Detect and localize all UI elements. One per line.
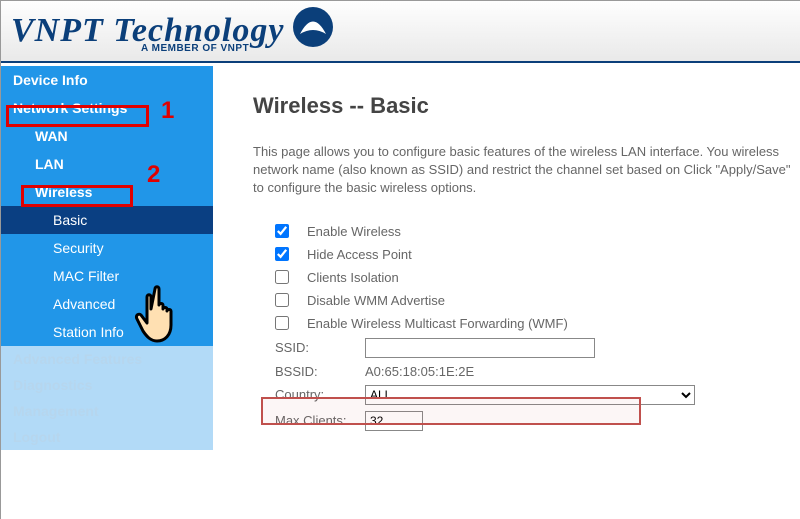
row-clients-isolation: Clients Isolation xyxy=(253,266,800,289)
main-content: Wireless -- Basic This page allows you t… xyxy=(213,63,800,519)
input-ssid[interactable] xyxy=(365,338,595,358)
checkbox-disable-wmm[interactable] xyxy=(275,293,289,307)
sidebar-item-station-info[interactable]: Station Info xyxy=(1,318,213,346)
row-bssid: BSSID: A0:65:18:05:1E:2E xyxy=(253,361,800,382)
label-country: Country: xyxy=(275,387,365,402)
row-enable-wireless: Enable Wireless xyxy=(253,220,800,243)
row-country: Country: ALL xyxy=(253,382,800,408)
annotation-number-1: 1 xyxy=(161,97,174,125)
page-intro: This page allows you to configure basic … xyxy=(253,143,800,198)
sidebar-item-device-info[interactable]: Device Info xyxy=(1,66,213,94)
label-hide-ap: Hide Access Point xyxy=(307,247,412,262)
value-bssid: A0:65:18:05:1E:2E xyxy=(365,364,474,379)
sidebar-item-network-settings[interactable]: Network Settings xyxy=(1,94,213,122)
label-bssid: BSSID: xyxy=(275,364,365,379)
brand-subtitle: A MEMBER OF VNPT xyxy=(141,43,249,54)
select-country[interactable]: ALL xyxy=(365,385,695,405)
sidebar-item-wan[interactable]: WAN xyxy=(1,122,213,150)
label-clients-isolation: Clients Isolation xyxy=(307,270,399,285)
label-max-clients: Max Clients: xyxy=(275,413,365,428)
sidebar: Device Info Network Settings WAN LAN Wir… xyxy=(1,63,213,519)
label-ssid: SSID: xyxy=(275,340,365,355)
sidebar-item-advanced[interactable]: Advanced xyxy=(1,290,213,318)
checkbox-enable-wireless[interactable] xyxy=(275,224,289,238)
row-hide-ap: Hide Access Point xyxy=(253,243,800,266)
sidebar-item-wireless[interactable]: Wireless xyxy=(1,178,213,206)
label-enable-wmf: Enable Wireless Multicast Forwarding (WM… xyxy=(307,316,568,331)
sidebar-item-lan[interactable]: LAN xyxy=(1,150,213,178)
row-max-clients: Max Clients: xyxy=(253,408,800,434)
sidebar-item-advanced-features[interactable]: Advanced Features xyxy=(1,346,213,372)
sidebar-item-diagnostics[interactable]: Diagnostics xyxy=(1,372,213,398)
label-enable-wireless: Enable Wireless xyxy=(307,224,401,239)
label-disable-wmm: Disable WMM Advertise xyxy=(307,293,445,308)
sidebar-item-management[interactable]: Management xyxy=(1,398,213,424)
sidebar-item-logout[interactable]: Logout xyxy=(1,424,213,450)
sidebar-item-basic[interactable]: Basic xyxy=(1,206,213,234)
brand-logo-icon xyxy=(290,4,336,53)
annotation-number-2: 2 xyxy=(147,161,160,189)
input-max-clients[interactable] xyxy=(365,411,423,431)
row-enable-wmf: Enable Wireless Multicast Forwarding (WM… xyxy=(253,312,800,335)
sidebar-item-mac-filter[interactable]: MAC Filter xyxy=(1,262,213,290)
row-disable-wmm: Disable WMM Advertise xyxy=(253,289,800,312)
row-ssid: SSID: xyxy=(253,335,800,361)
checkbox-enable-wmf[interactable] xyxy=(275,316,289,330)
checkbox-hide-ap[interactable] xyxy=(275,247,289,261)
page-title: Wireless -- Basic xyxy=(253,93,800,119)
checkbox-clients-isolation[interactable] xyxy=(275,270,289,284)
header: VNPT Technology A MEMBER OF VNPT xyxy=(1,1,800,63)
sidebar-item-security[interactable]: Security xyxy=(1,234,213,262)
